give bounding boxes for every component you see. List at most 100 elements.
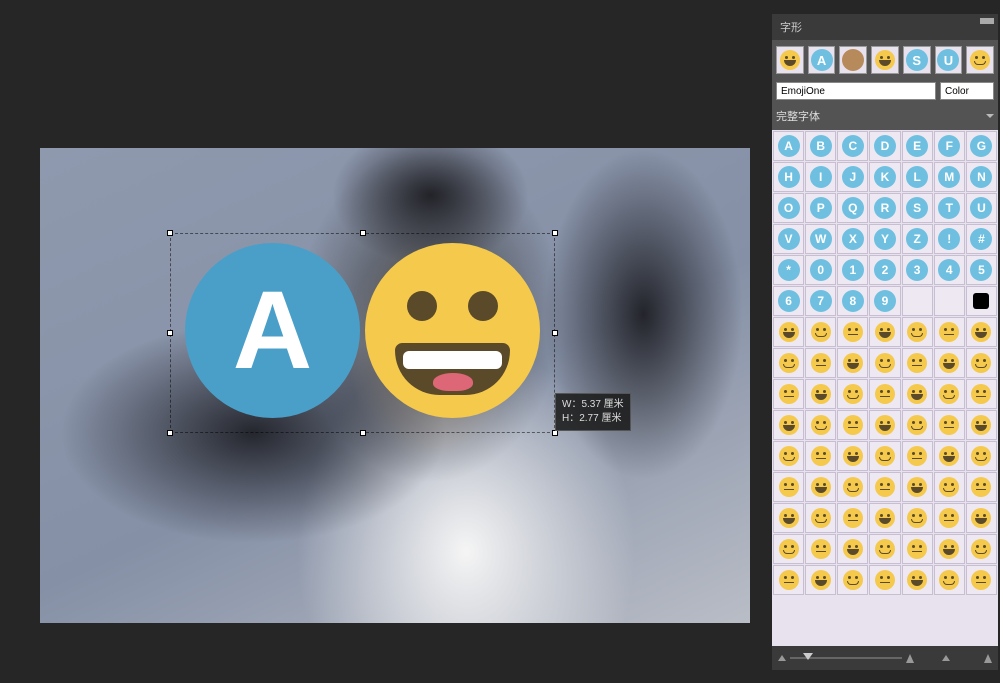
glyph-cell-emoji[interactable] bbox=[966, 379, 997, 409]
glyph-cell[interactable]: N bbox=[966, 162, 997, 192]
glyph-cell-emoji[interactable] bbox=[773, 503, 804, 533]
recent-glyph[interactable] bbox=[839, 46, 867, 74]
glyph-cell-emoji[interactable] bbox=[805, 534, 836, 564]
recent-glyph[interactable]: A bbox=[808, 46, 836, 74]
glyph-cell-emoji[interactable] bbox=[934, 441, 965, 471]
recent-glyph[interactable]: S bbox=[903, 46, 931, 74]
font-name-input[interactable] bbox=[776, 82, 936, 100]
glyph-cell[interactable]: V bbox=[773, 224, 804, 254]
glyph-cell[interactable]: 0 bbox=[805, 255, 836, 285]
glyph-cell[interactable]: L bbox=[902, 162, 933, 192]
glyph-cell-emoji[interactable] bbox=[934, 503, 965, 533]
glyph-cell-emoji[interactable] bbox=[773, 472, 804, 502]
glyph-cell-emoji[interactable] bbox=[869, 410, 900, 440]
glyph-cell[interactable]: 8 bbox=[837, 286, 868, 316]
glyph-cell[interactable]: E bbox=[902, 131, 933, 161]
glyph-cell-emoji[interactable] bbox=[837, 472, 868, 502]
glyph-cell-emoji[interactable] bbox=[966, 503, 997, 533]
glyph-cell-emoji[interactable] bbox=[773, 565, 804, 595]
glyph-cell-emoji[interactable] bbox=[837, 565, 868, 595]
handle-top-left[interactable] bbox=[167, 230, 173, 236]
glyph-cell-emoji[interactable] bbox=[837, 534, 868, 564]
glyph-cell-emoji[interactable] bbox=[934, 410, 965, 440]
glyph-cell-emoji[interactable] bbox=[805, 410, 836, 440]
glyph-cell-emoji[interactable] bbox=[805, 441, 836, 471]
glyph-cell-emoji[interactable] bbox=[869, 534, 900, 564]
glyph-cell-emoji[interactable] bbox=[934, 379, 965, 409]
glyph-cell[interactable]: G bbox=[966, 131, 997, 161]
glyph-cell-emoji[interactable] bbox=[869, 472, 900, 502]
glyph-cell-emoji[interactable] bbox=[773, 379, 804, 409]
glyph-cell-emoji[interactable] bbox=[805, 317, 836, 347]
zoom-slider-track[interactable] bbox=[790, 657, 902, 659]
glyph-cell-emoji[interactable] bbox=[837, 379, 868, 409]
glyph-cell-emoji[interactable] bbox=[902, 565, 933, 595]
glyph-cell-emoji[interactable] bbox=[902, 379, 933, 409]
glyph-cell[interactable]: J bbox=[837, 162, 868, 192]
glyph-cell-emoji[interactable] bbox=[966, 348, 997, 378]
glyph-cell[interactable]: U bbox=[966, 193, 997, 223]
glyph-cell-emoji[interactable] bbox=[902, 441, 933, 471]
glyph-cell[interactable]: A bbox=[773, 131, 804, 161]
glyph-cell[interactable]: C bbox=[837, 131, 868, 161]
glyph-cell-emoji[interactable] bbox=[773, 317, 804, 347]
glyph-cell[interactable]: 7 bbox=[805, 286, 836, 316]
glyph-cell[interactable]: K bbox=[869, 162, 900, 192]
glyph-cell[interactable]: I bbox=[805, 162, 836, 192]
glyph-cell[interactable]: W bbox=[805, 224, 836, 254]
glyph-cell[interactable]: O bbox=[773, 193, 804, 223]
glyph-cell[interactable]: 1 bbox=[837, 255, 868, 285]
glyph-cell[interactable]: * bbox=[773, 255, 804, 285]
glyph-cell[interactable]: T bbox=[934, 193, 965, 223]
zoom-slider-thumb[interactable] bbox=[803, 653, 813, 665]
glyph-cell[interactable]: R bbox=[869, 193, 900, 223]
glyph-cell-emoji[interactable] bbox=[934, 348, 965, 378]
glyph-cell-emoji[interactable] bbox=[902, 317, 933, 347]
font-style-input[interactable] bbox=[940, 82, 994, 100]
glyph-cell-emoji[interactable] bbox=[837, 410, 868, 440]
glyph-cell[interactable]: 6 bbox=[773, 286, 804, 316]
glyph-cell[interactable]: H bbox=[773, 162, 804, 192]
glyph-cell-emoji[interactable] bbox=[869, 379, 900, 409]
glyph-cell-emoji[interactable] bbox=[934, 317, 965, 347]
glyph-cell-emoji[interactable] bbox=[902, 472, 933, 502]
glyph-cell[interactable]: Y bbox=[869, 224, 900, 254]
glyph-cell-emoji[interactable] bbox=[869, 441, 900, 471]
glyph-cell[interactable]: 5 bbox=[966, 255, 997, 285]
glyph-cell-emoji[interactable] bbox=[773, 441, 804, 471]
glyph-cell-emoji[interactable] bbox=[934, 534, 965, 564]
glyph-cell[interactable]: # bbox=[966, 224, 997, 254]
glyph-cell[interactable]: X bbox=[837, 224, 868, 254]
glyph-cell[interactable]: B bbox=[805, 131, 836, 161]
glyph-cell[interactable]: Q bbox=[837, 193, 868, 223]
glyph-cell-emoji[interactable] bbox=[837, 317, 868, 347]
glyph-cell[interactable]: Z bbox=[902, 224, 933, 254]
glyph-cell[interactable]: 3 bbox=[902, 255, 933, 285]
glyph-cell[interactable]: F bbox=[934, 131, 965, 161]
glyph-cell-emoji[interactable] bbox=[869, 565, 900, 595]
glyph-cell-black[interactable] bbox=[966, 286, 997, 316]
glyph-cell-emoji[interactable] bbox=[902, 348, 933, 378]
glyph-cell-emoji[interactable] bbox=[966, 317, 997, 347]
glyph-cell-emoji[interactable] bbox=[805, 472, 836, 502]
glyph-cell-emoji[interactable] bbox=[805, 348, 836, 378]
glyph-cell[interactable]: 4 bbox=[934, 255, 965, 285]
recent-glyph[interactable] bbox=[776, 46, 804, 74]
glyph-cell-emoji[interactable] bbox=[934, 565, 965, 595]
glyph-cell-emoji[interactable] bbox=[869, 317, 900, 347]
glyph-cell-emoji[interactable] bbox=[869, 348, 900, 378]
glyph-cell-emoji[interactable] bbox=[837, 441, 868, 471]
glyph-cell-emoji[interactable] bbox=[934, 472, 965, 502]
glyph-cell-emoji[interactable] bbox=[966, 410, 997, 440]
glyph-cell-emoji[interactable] bbox=[773, 410, 804, 440]
glyph-cell[interactable]: ! bbox=[934, 224, 965, 254]
glyph-cell-emoji[interactable] bbox=[966, 534, 997, 564]
glyph-cell-emoji[interactable] bbox=[902, 410, 933, 440]
glyph-cell-emoji[interactable] bbox=[966, 441, 997, 471]
glyph-cell[interactable]: S bbox=[902, 193, 933, 223]
tab-glyphs[interactable]: 字形 bbox=[780, 19, 802, 35]
recent-glyph[interactable]: U bbox=[935, 46, 963, 74]
handle-bottom-left[interactable] bbox=[167, 430, 173, 436]
glyph-cell-emoji[interactable] bbox=[966, 565, 997, 595]
recent-glyph[interactable] bbox=[966, 46, 994, 74]
